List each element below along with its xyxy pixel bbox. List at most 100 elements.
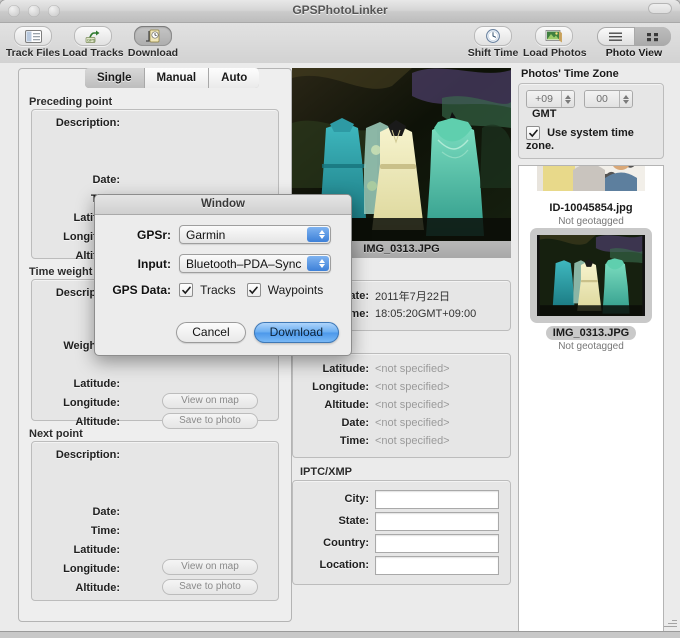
toolbar-label: Track Files (5, 47, 61, 59)
stepper-up-arrow-icon[interactable] (623, 94, 630, 99)
gps-row: Time: <not specified> (293, 432, 510, 450)
toolbar-button-load-tracks[interactable]: GPS Load Tracks (62, 26, 124, 59)
gps-date-value: <not specified> (375, 417, 450, 429)
stepper-arrows[interactable] (561, 91, 574, 107)
photo-view-segmented-control[interactable] (597, 27, 671, 46)
download-dialog: Window GPSr: Garmin Input: Bluetooth–PDA… (94, 194, 352, 356)
tab-auto[interactable]: Auto (209, 68, 260, 88)
chevron-updown-icon[interactable] (307, 227, 329, 242)
gps-row: Longitude: <not specified> (293, 378, 510, 396)
location-input[interactable] (375, 555, 499, 575)
gps-longitude-label: Longitude: (312, 381, 369, 393)
state-input[interactable] (375, 511, 499, 531)
download-button[interactable]: Download (253, 322, 339, 343)
dialog-buttons: Cancel Download (176, 322, 339, 343)
iptc-row: Country: (293, 532, 510, 554)
view-on-map-button[interactable]: View on map (162, 393, 258, 409)
chevron-updown-icon[interactable] (307, 256, 329, 271)
grid-icon (646, 32, 658, 41)
section-label-preceding-point: Preceding point (29, 96, 113, 108)
stepper-arrows[interactable] (619, 91, 633, 107)
next-point-box: Description: Date: Time: Latitude: Longi… (31, 441, 279, 601)
gps-data-label: GPS Data: (112, 283, 171, 297)
input-dropdown[interactable]: Bluetooth–PDA–Sync (179, 254, 331, 273)
use-system-timezone-checkbox[interactable] (526, 126, 540, 141)
tab-single[interactable]: Single (85, 68, 145, 88)
tracks-option[interactable]: Tracks (179, 283, 236, 297)
photo-thumbnail-list[interactable]: ID-10045854.jpg Not geotagged IMG_0313.J… (518, 165, 664, 631)
waypoints-option[interactable]: Waypoints (246, 283, 324, 297)
thumbnail-item[interactable]: IMG_0313.JPG Not geotagged (519, 228, 663, 352)
gps-data-row: GPS Data: Tracks Waypoints (95, 283, 351, 297)
gps-data-options: Tracks Waypoints (179, 283, 323, 297)
mode-tab-bar[interactable]: Single Manual Auto (85, 68, 260, 88)
thumbnail-image[interactable] (537, 166, 645, 192)
gps-row: Latitude: <not specified> (293, 360, 510, 378)
iptc-state-label: State: (338, 515, 369, 527)
cancel-button[interactable]: Cancel (176, 322, 246, 343)
tab-manual[interactable]: Manual (144, 68, 210, 88)
toolbar-toggle-button[interactable] (648, 3, 672, 14)
save-to-photo-button[interactable]: Save to photo (162, 579, 258, 595)
iptc-box: City: State: Country: Location: (292, 480, 511, 585)
photo-view-grid-option[interactable] (634, 27, 671, 46)
exif-date-value: 2011年7月22日 (375, 291, 451, 303)
gpsr-dropdown[interactable]: Garmin (179, 225, 331, 244)
photos-icon (535, 26, 573, 46)
list-icon (608, 32, 622, 41)
thumbnail-filename: ID-10045854.jpg (549, 202, 633, 215)
field-label-latitude: Latitude: (73, 378, 120, 390)
thumbnail-image-box[interactable] (530, 166, 652, 198)
thumbnail-filename: IMG_0313.JPG (545, 326, 637, 341)
app-window: GPSPhotoLinker Track Files GPS Load Trac… (0, 0, 680, 631)
thumbnail-status: Not geotagged (558, 216, 624, 228)
waypoints-checkbox[interactable] (246, 283, 261, 297)
city-input[interactable] (375, 489, 499, 509)
toolbar-button-download[interactable]: Download (122, 26, 184, 59)
field-label-longitude: Longitude: (63, 563, 120, 575)
thumbnail-image[interactable] (537, 235, 645, 317)
timezone-minutes-stepper[interactable]: 00 (584, 90, 634, 108)
main-toolbar: Track Files GPS Load Tracks Download Shi… (0, 3, 680, 65)
timezone-gmt-suffix: GMT (532, 108, 557, 121)
window-title: GPSPhotoLinker (292, 3, 388, 17)
iptc-row: Location: (293, 554, 510, 576)
photo-view-list-option[interactable] (597, 27, 634, 46)
tracks-label: Tracks (200, 283, 236, 297)
toolbar-button-load-photos[interactable]: Load Photos (523, 26, 587, 59)
field-label-date: Date: (92, 506, 120, 518)
use-system-timezone-row[interactable]: Use system time zone. (526, 126, 656, 152)
exif-time-value: 18:05:20GMT+09:00 (375, 308, 477, 320)
field-label-longitude: Longitude: (63, 397, 120, 409)
toolbar-button-shift-time[interactable]: Shift Time (462, 26, 524, 59)
field-label-description: Description: (55, 117, 120, 129)
load-tracks-icon: GPS (74, 26, 112, 46)
toolbar-button-track-files[interactable]: Track Files (2, 26, 64, 59)
stepper-down-arrow-icon[interactable] (565, 99, 571, 104)
tracks-checkbox[interactable] (179, 283, 193, 297)
use-system-timezone-label: Use system time zone. (526, 127, 634, 153)
window-resize-grip[interactable] (664, 616, 677, 629)
iptc-row: City: (293, 488, 510, 510)
gps-altitude-value: <not specified> (375, 399, 450, 411)
gpsr-value: Garmin (186, 227, 226, 242)
section-label-next-point: Next point (29, 428, 83, 440)
gps-longitude-value: <not specified> (375, 381, 450, 393)
thumbnail-image-box[interactable] (530, 228, 652, 324)
input-row: Input: Bluetooth–PDA–Sync (95, 254, 351, 273)
svg-text:GPS: GPS (87, 38, 96, 43)
stepper-up-arrow-icon[interactable] (565, 94, 571, 99)
view-on-map-button[interactable]: View on map (162, 559, 258, 575)
gps-latitude-value: <not specified> (375, 363, 450, 375)
stepper-down-arrow-icon[interactable] (623, 99, 630, 104)
waypoints-label: Waypoints (267, 283, 324, 297)
iptc-location-label: Location: (319, 559, 370, 571)
timezone-minutes-value: 00 (585, 91, 620, 107)
country-input[interactable] (375, 533, 499, 553)
timezone-hours-stepper[interactable]: +09 (526, 90, 575, 108)
dialog-title: Window (95, 195, 351, 215)
time-zone-box: +09 00 GMT Use system time zone. (518, 83, 664, 160)
thumbnail-item[interactable]: ID-10045854.jpg Not geotagged (519, 166, 663, 228)
toolbar-label: Load Tracks (62, 47, 124, 59)
save-to-photo-button[interactable]: Save to photo (162, 413, 258, 429)
